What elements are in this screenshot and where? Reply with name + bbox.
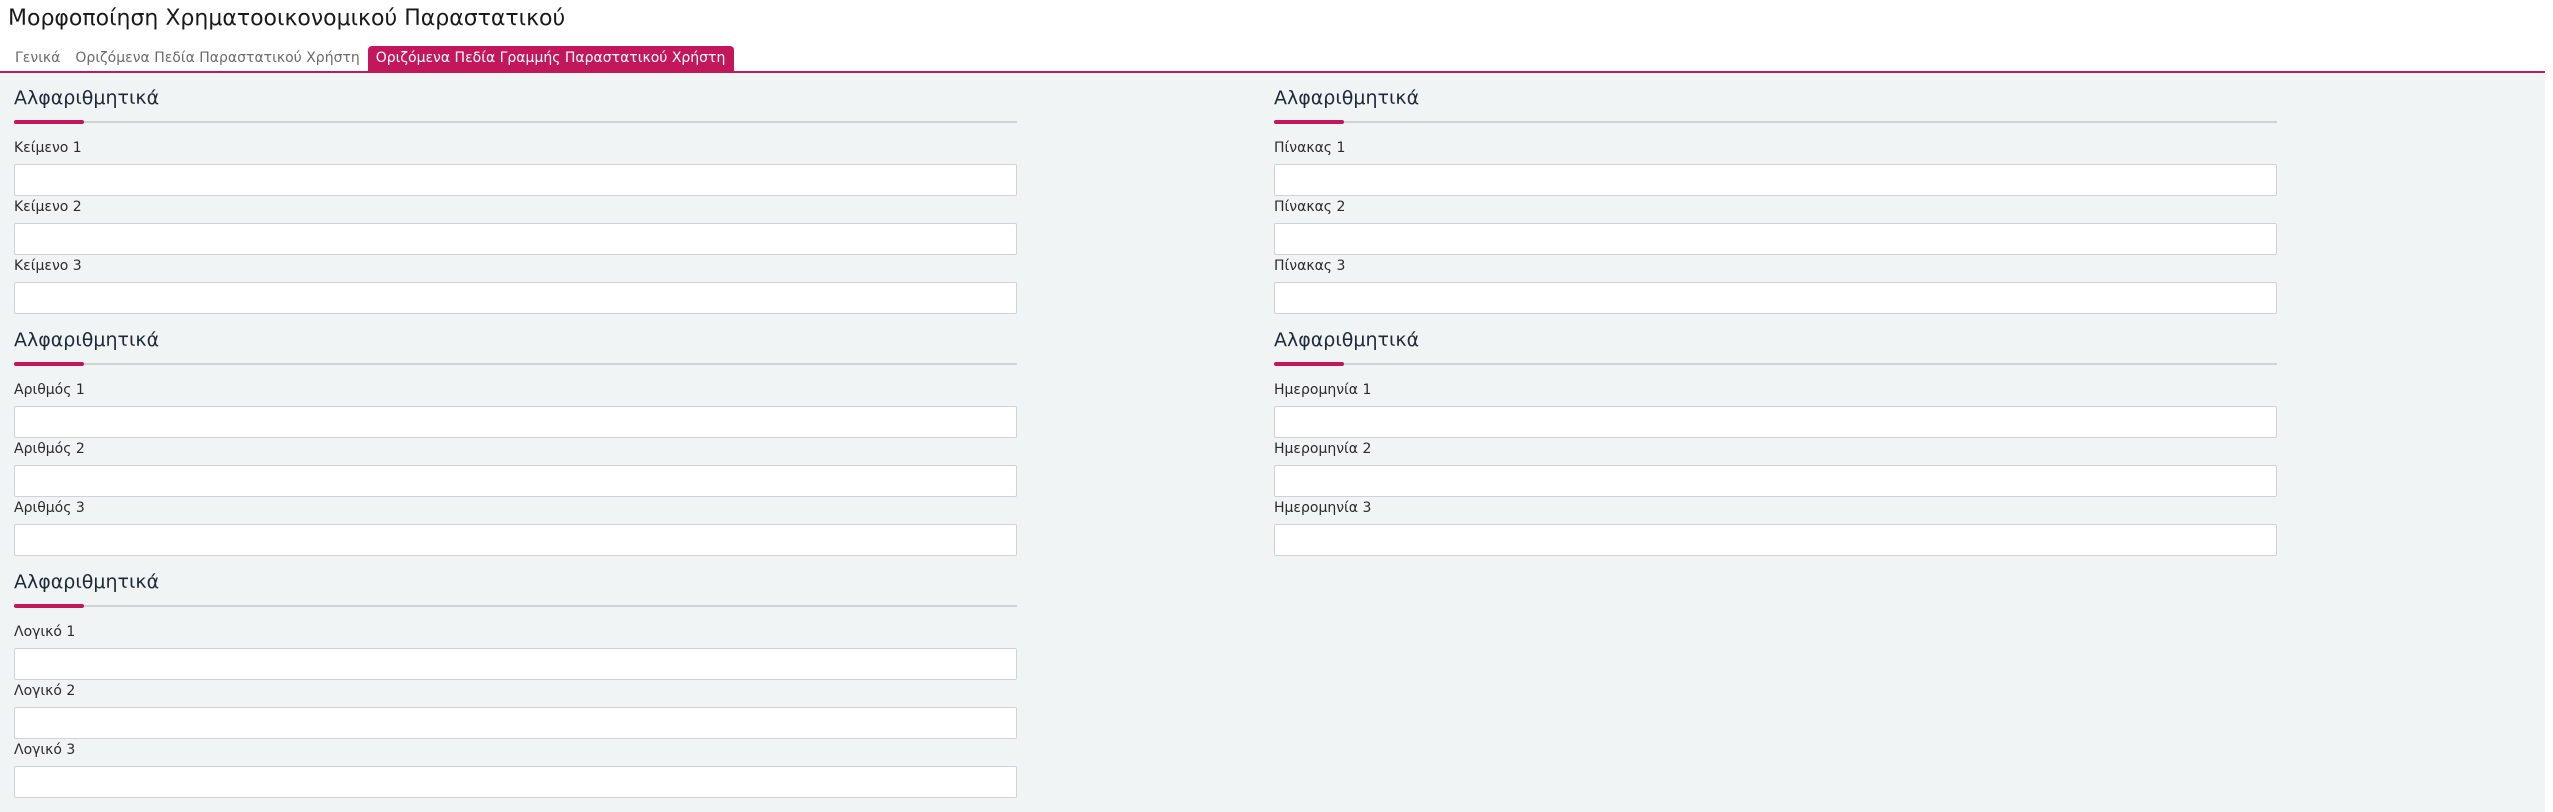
tab-bar: Γενικά Οριζόμενα Πεδία Παραστατικού Χρήσ… xyxy=(8,46,735,71)
date-2-input[interactable] xyxy=(1274,465,2277,497)
section-divider xyxy=(14,605,1017,607)
section-title: Αλφαριθμητικά xyxy=(14,329,160,351)
logical-2-input[interactable] xyxy=(14,707,1017,739)
field-text-2: Κείμενο 2 xyxy=(14,199,1017,255)
field-label: Αριθμός 3 xyxy=(14,500,85,516)
field-table-2: Πίνακας 2 xyxy=(1274,199,2277,255)
field-label: Λογικό 3 xyxy=(14,742,76,758)
section-title: Αλφαριθμητικά xyxy=(14,571,160,593)
field-label: Αριθμός 2 xyxy=(14,441,85,457)
section-accent-bar xyxy=(1274,120,1344,124)
section-title: Αλφαριθμητικά xyxy=(1274,329,1420,351)
field-label: Πίνακας 2 xyxy=(1274,199,1346,215)
field-number-1: Αριθμός 1 xyxy=(14,382,1017,438)
field-label: Κείμενο 1 xyxy=(14,140,82,156)
field-logical-1: Λογικό 1 xyxy=(14,624,1017,680)
number-3-input[interactable] xyxy=(14,524,1017,556)
field-label: Λογικό 1 xyxy=(14,624,76,640)
field-label: Πίνακας 1 xyxy=(1274,140,1346,156)
field-label: Ημερομηνία 3 xyxy=(1274,500,1372,516)
form-panel: Αλφαριθμητικά Κείμενο 1 Κείμενο 2 Κείμεν… xyxy=(0,73,2545,812)
section-date-fields: Αλφαριθμητικά Ημερομηνία 1 Ημερομηνία 2 … xyxy=(1274,315,2277,557)
section-accent-bar xyxy=(14,120,84,124)
field-label: Λογικό 2 xyxy=(14,683,76,699)
tab-document-user-fields[interactable]: Οριζόμενα Πεδία Παραστατικού Χρήστη xyxy=(68,46,367,71)
left-column: Αλφαριθμητικά Κείμενο 1 Κείμενο 2 Κείμεν… xyxy=(14,73,1017,799)
section-logical-fields: Αλφαριθμητικά Λογικό 1 Λογικό 2 Λογικό 3 xyxy=(14,557,1017,799)
field-date-1: Ημερομηνία 1 xyxy=(1274,382,2277,438)
table-2-input[interactable] xyxy=(1274,223,2277,255)
date-1-input[interactable] xyxy=(1274,406,2277,438)
section-title: Αλφαριθμητικά xyxy=(14,87,160,109)
table-1-input[interactable] xyxy=(1274,164,2277,196)
section-divider xyxy=(14,363,1017,365)
field-date-2: Ημερομηνία 2 xyxy=(1274,441,2277,497)
logical-1-input[interactable] xyxy=(14,648,1017,680)
field-label: Κείμενο 2 xyxy=(14,199,82,215)
field-label: Ημερομηνία 2 xyxy=(1274,441,1372,457)
text-1-input[interactable] xyxy=(14,164,1017,196)
section-title: Αλφαριθμητικά xyxy=(1274,87,1420,109)
section-divider xyxy=(1274,121,2277,123)
field-number-2: Αριθμός 2 xyxy=(14,441,1017,497)
text-2-input[interactable] xyxy=(14,223,1017,255)
section-accent-bar xyxy=(14,362,84,366)
number-1-input[interactable] xyxy=(14,406,1017,438)
field-table-1: Πίνακας 1 xyxy=(1274,140,2277,196)
right-column: Αλφαριθμητικά Πίνακας 1 Πίνακας 2 Πίνακα… xyxy=(1274,73,2277,557)
tab-general[interactable]: Γενικά xyxy=(8,46,68,71)
tab-line-user-fields[interactable]: Οριζόμενα Πεδία Γραμμής Παραστατικού Χρή… xyxy=(367,46,735,71)
section-accent-bar xyxy=(14,604,84,608)
section-number-fields: Αλφαριθμητικά Αριθμός 1 Αριθμός 2 Αριθμό… xyxy=(14,315,1017,557)
field-logical-3: Λογικό 3 xyxy=(14,742,1017,798)
text-3-input[interactable] xyxy=(14,282,1017,314)
section-accent-bar xyxy=(1274,362,1344,366)
field-text-3: Κείμενο 3 xyxy=(14,258,1017,314)
section-text-fields: Αλφαριθμητικά Κείμενο 1 Κείμενο 2 Κείμεν… xyxy=(14,73,1017,315)
field-label: Ημερομηνία 1 xyxy=(1274,382,1372,398)
field-label: Κείμενο 3 xyxy=(14,258,82,274)
field-number-3: Αριθμός 3 xyxy=(14,500,1017,556)
field-label: Πίνακας 3 xyxy=(1274,258,1346,274)
table-3-input[interactable] xyxy=(1274,282,2277,314)
field-logical-2: Λογικό 2 xyxy=(14,683,1017,739)
field-text-1: Κείμενο 1 xyxy=(14,140,1017,196)
logical-3-input[interactable] xyxy=(14,766,1017,798)
page-title: Μορφοποίηση Χρηματοοικονομικού Παραστατι… xyxy=(8,6,566,31)
section-table-fields: Αλφαριθμητικά Πίνακας 1 Πίνακας 2 Πίνακα… xyxy=(1274,73,2277,315)
number-2-input[interactable] xyxy=(14,465,1017,497)
section-divider xyxy=(14,121,1017,123)
field-label: Αριθμός 1 xyxy=(14,382,85,398)
section-divider xyxy=(1274,363,2277,365)
field-date-3: Ημερομηνία 3 xyxy=(1274,500,2277,556)
date-3-input[interactable] xyxy=(1274,524,2277,556)
field-table-3: Πίνακας 3 xyxy=(1274,258,2277,314)
